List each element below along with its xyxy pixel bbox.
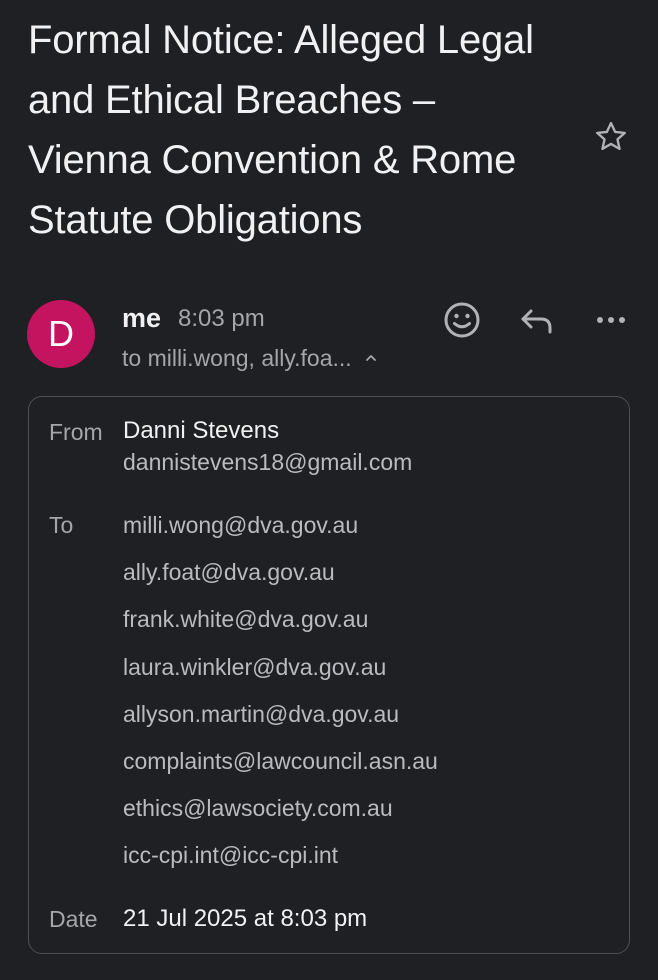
more-options-icon[interactable] bbox=[592, 300, 632, 340]
date-label: Date bbox=[49, 906, 98, 932]
from-name: Danni Stevens bbox=[123, 417, 280, 444]
to-recipient[interactable]: allyson.martin@dva.gov.au bbox=[123, 698, 438, 745]
to-recipient[interactable]: ally.foat@dva.gov.au bbox=[123, 556, 438, 603]
to-recipient-list: milli.wong@dva.gov.au ally.foat@dva.gov.… bbox=[123, 509, 438, 887]
date-value: 21 Jul 2025 at 8:03 pm bbox=[123, 905, 368, 932]
to-recipient[interactable]: icc-cpi.int@icc-cpi.int bbox=[123, 839, 438, 886]
avatar[interactable]: D bbox=[27, 300, 95, 368]
to-recipient[interactable]: complaints@lawcouncil.asn.au bbox=[123, 745, 438, 792]
to-recipient[interactable]: frank.white@dva.gov.au bbox=[123, 603, 438, 650]
chevron-up-icon[interactable] bbox=[364, 351, 378, 365]
to-recipient[interactable]: milli.wong@dva.gov.au bbox=[123, 509, 438, 556]
recipients-summary[interactable]: to milli.wong, ally.foa... bbox=[122, 342, 378, 374]
star-icon[interactable] bbox=[592, 118, 630, 156]
to-recipient[interactable]: ethics@lawsociety.com.au bbox=[123, 792, 438, 839]
emoji-icon[interactable] bbox=[442, 300, 482, 340]
sent-time: 8:03 pm bbox=[178, 305, 265, 332]
sender-name: me bbox=[122, 303, 162, 333]
from-email[interactable]: dannistevens18@gmail.com bbox=[123, 446, 412, 478]
from-label: From bbox=[49, 419, 103, 445]
reply-icon[interactable] bbox=[517, 300, 557, 340]
to-label: To bbox=[49, 512, 74, 538]
recipients-summary-text: to milli.wong, ally.foa... bbox=[122, 345, 352, 371]
message-details-card: From Danni Stevens dannistevens18@gmail.… bbox=[28, 396, 630, 954]
to-recipient[interactable]: laura.winkler@dva.gov.au bbox=[123, 651, 438, 698]
email-subject: Formal Notice: Alleged Legal and Ethical… bbox=[28, 18, 534, 242]
